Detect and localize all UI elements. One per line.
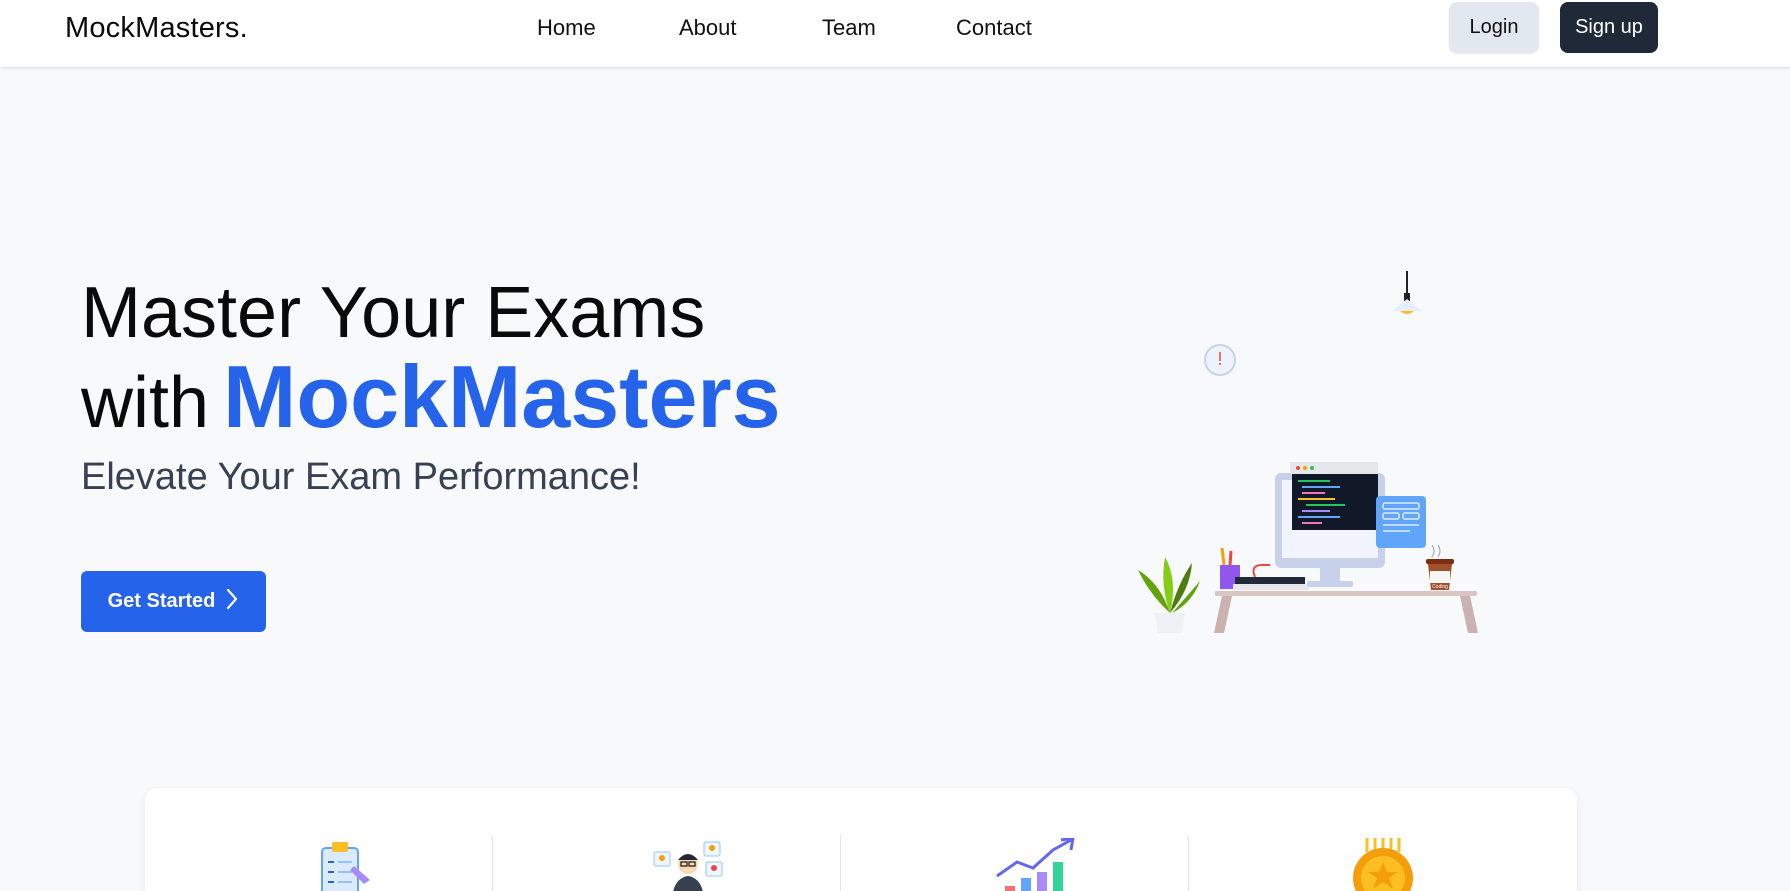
- nav-link-team[interactable]: Team: [822, 15, 876, 41]
- clipboard-checklist-icon: [310, 838, 374, 891]
- hero-title-prefix: with: [81, 363, 210, 443]
- signup-button[interactable]: Sign up: [1560, 2, 1658, 53]
- brand-logo[interactable]: MockMasters.: [65, 12, 248, 45]
- wall-clock-icon: [1204, 344, 1236, 376]
- svg-text:Coding: Coding: [1432, 584, 1448, 590]
- hero-title-brand: MockMasters: [223, 347, 781, 446]
- hero-subtitle: Elevate Your Exam Performance!: [81, 456, 641, 498]
- get-started-label: Get Started: [107, 590, 216, 612]
- nav-link-about[interactable]: About: [679, 15, 737, 41]
- computer-monitor-icon: [1275, 462, 1426, 587]
- feature-divider: [492, 835, 493, 891]
- feature-divider: [840, 835, 841, 891]
- hero-title-line2: with MockMasters: [81, 352, 781, 448]
- chevron-right-icon: [225, 588, 239, 616]
- nav-link-home[interactable]: Home: [537, 15, 596, 41]
- navbar: MockMasters. Home About Team Contact Log…: [0, 0, 1790, 67]
- features-card: [145, 788, 1577, 891]
- login-button[interactable]: Login: [1449, 2, 1539, 53]
- feature-divider: [1188, 835, 1189, 891]
- potted-plant-icon: [1138, 557, 1200, 633]
- hero-title-line1: Master Your Exams: [81, 273, 706, 353]
- growth-chart-icon: [993, 836, 1077, 891]
- ceiling-lamp-icon: [1392, 271, 1422, 314]
- get-started-button[interactable]: Get Started: [81, 571, 266, 632]
- desk-illustration: Coding: [1130, 265, 1500, 635]
- nav-link-contact[interactable]: Contact: [956, 15, 1032, 41]
- team-profiles-icon: [652, 838, 724, 891]
- coffee-cup-icon: Coding: [1426, 544, 1454, 590]
- gold-medal-icon: [1345, 838, 1417, 891]
